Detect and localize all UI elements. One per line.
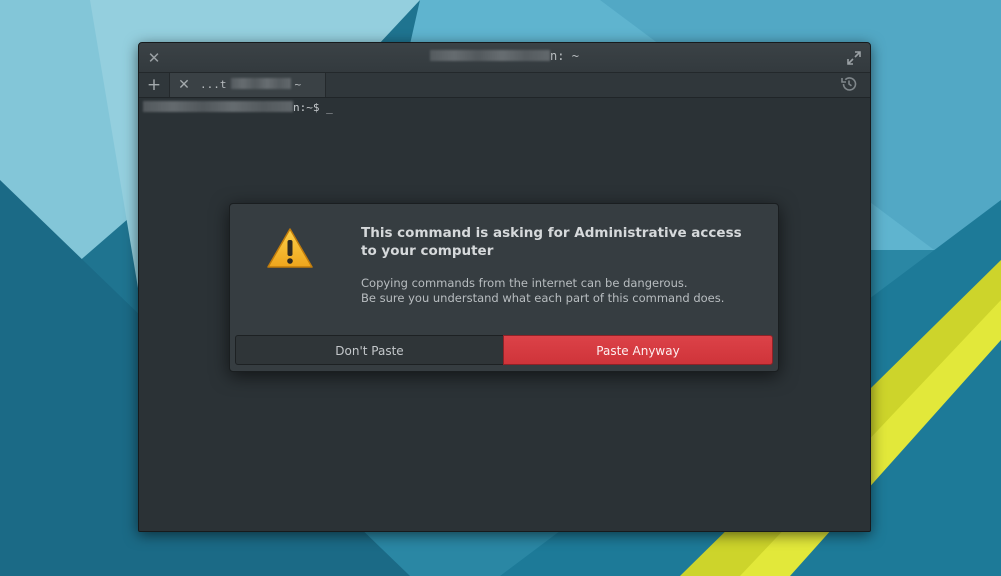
dialog-title: This command is asking for Administrativ… <box>361 225 742 259</box>
tab-home[interactable]: ✕ ...t ~ <box>169 73 326 97</box>
plus-icon[interactable]: + <box>143 74 165 96</box>
dont-paste-button[interactable]: Don't Paste <box>235 335 504 365</box>
redacted-text <box>230 78 291 89</box>
paste-anyway-button[interactable]: Paste Anyway <box>503 335 773 365</box>
tab-close-icon[interactable]: ✕ <box>175 75 193 95</box>
redacted-text <box>430 50 551 61</box>
tab-bar: + ✕ ...t ~ <box>139 73 870 98</box>
warning-icon <box>267 228 313 268</box>
maximize-icon[interactable] <box>844 48 864 68</box>
tab-label: ...t ~ <box>200 78 302 91</box>
terminal-cursor: _ <box>326 101 333 114</box>
dialog-message: Copying commands from the internet can b… <box>361 276 761 306</box>
dialog-message-line: Copying commands from the internet can b… <box>361 276 688 290</box>
dialog-message-line: Be sure you understand what each part of… <box>361 291 725 305</box>
history-icon[interactable] <box>840 75 860 95</box>
titlebar: ✕ n: ~ <box>139 43 870 73</box>
redacted-text <box>143 101 293 112</box>
paste-warning-dialog: This command is asking for Administrativ… <box>229 203 779 372</box>
terminal-prompt: n:~$ _ <box>143 101 333 114</box>
window-title: n: ~ <box>139 49 870 63</box>
